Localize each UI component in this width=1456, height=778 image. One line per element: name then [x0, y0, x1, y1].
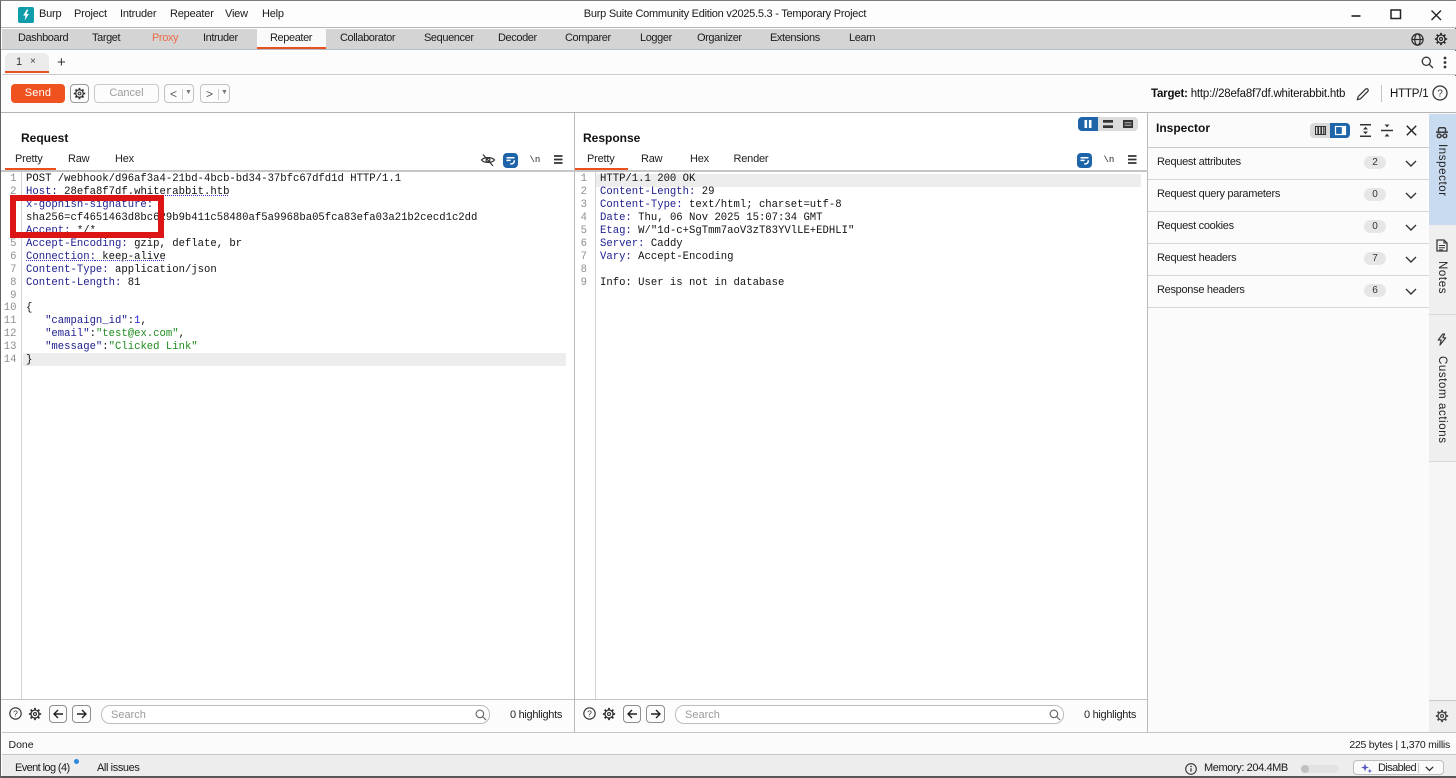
svg-text:?: ? — [13, 708, 18, 718]
svg-text:?: ? — [1437, 89, 1443, 100]
svg-text:?: ? — [587, 708, 592, 718]
